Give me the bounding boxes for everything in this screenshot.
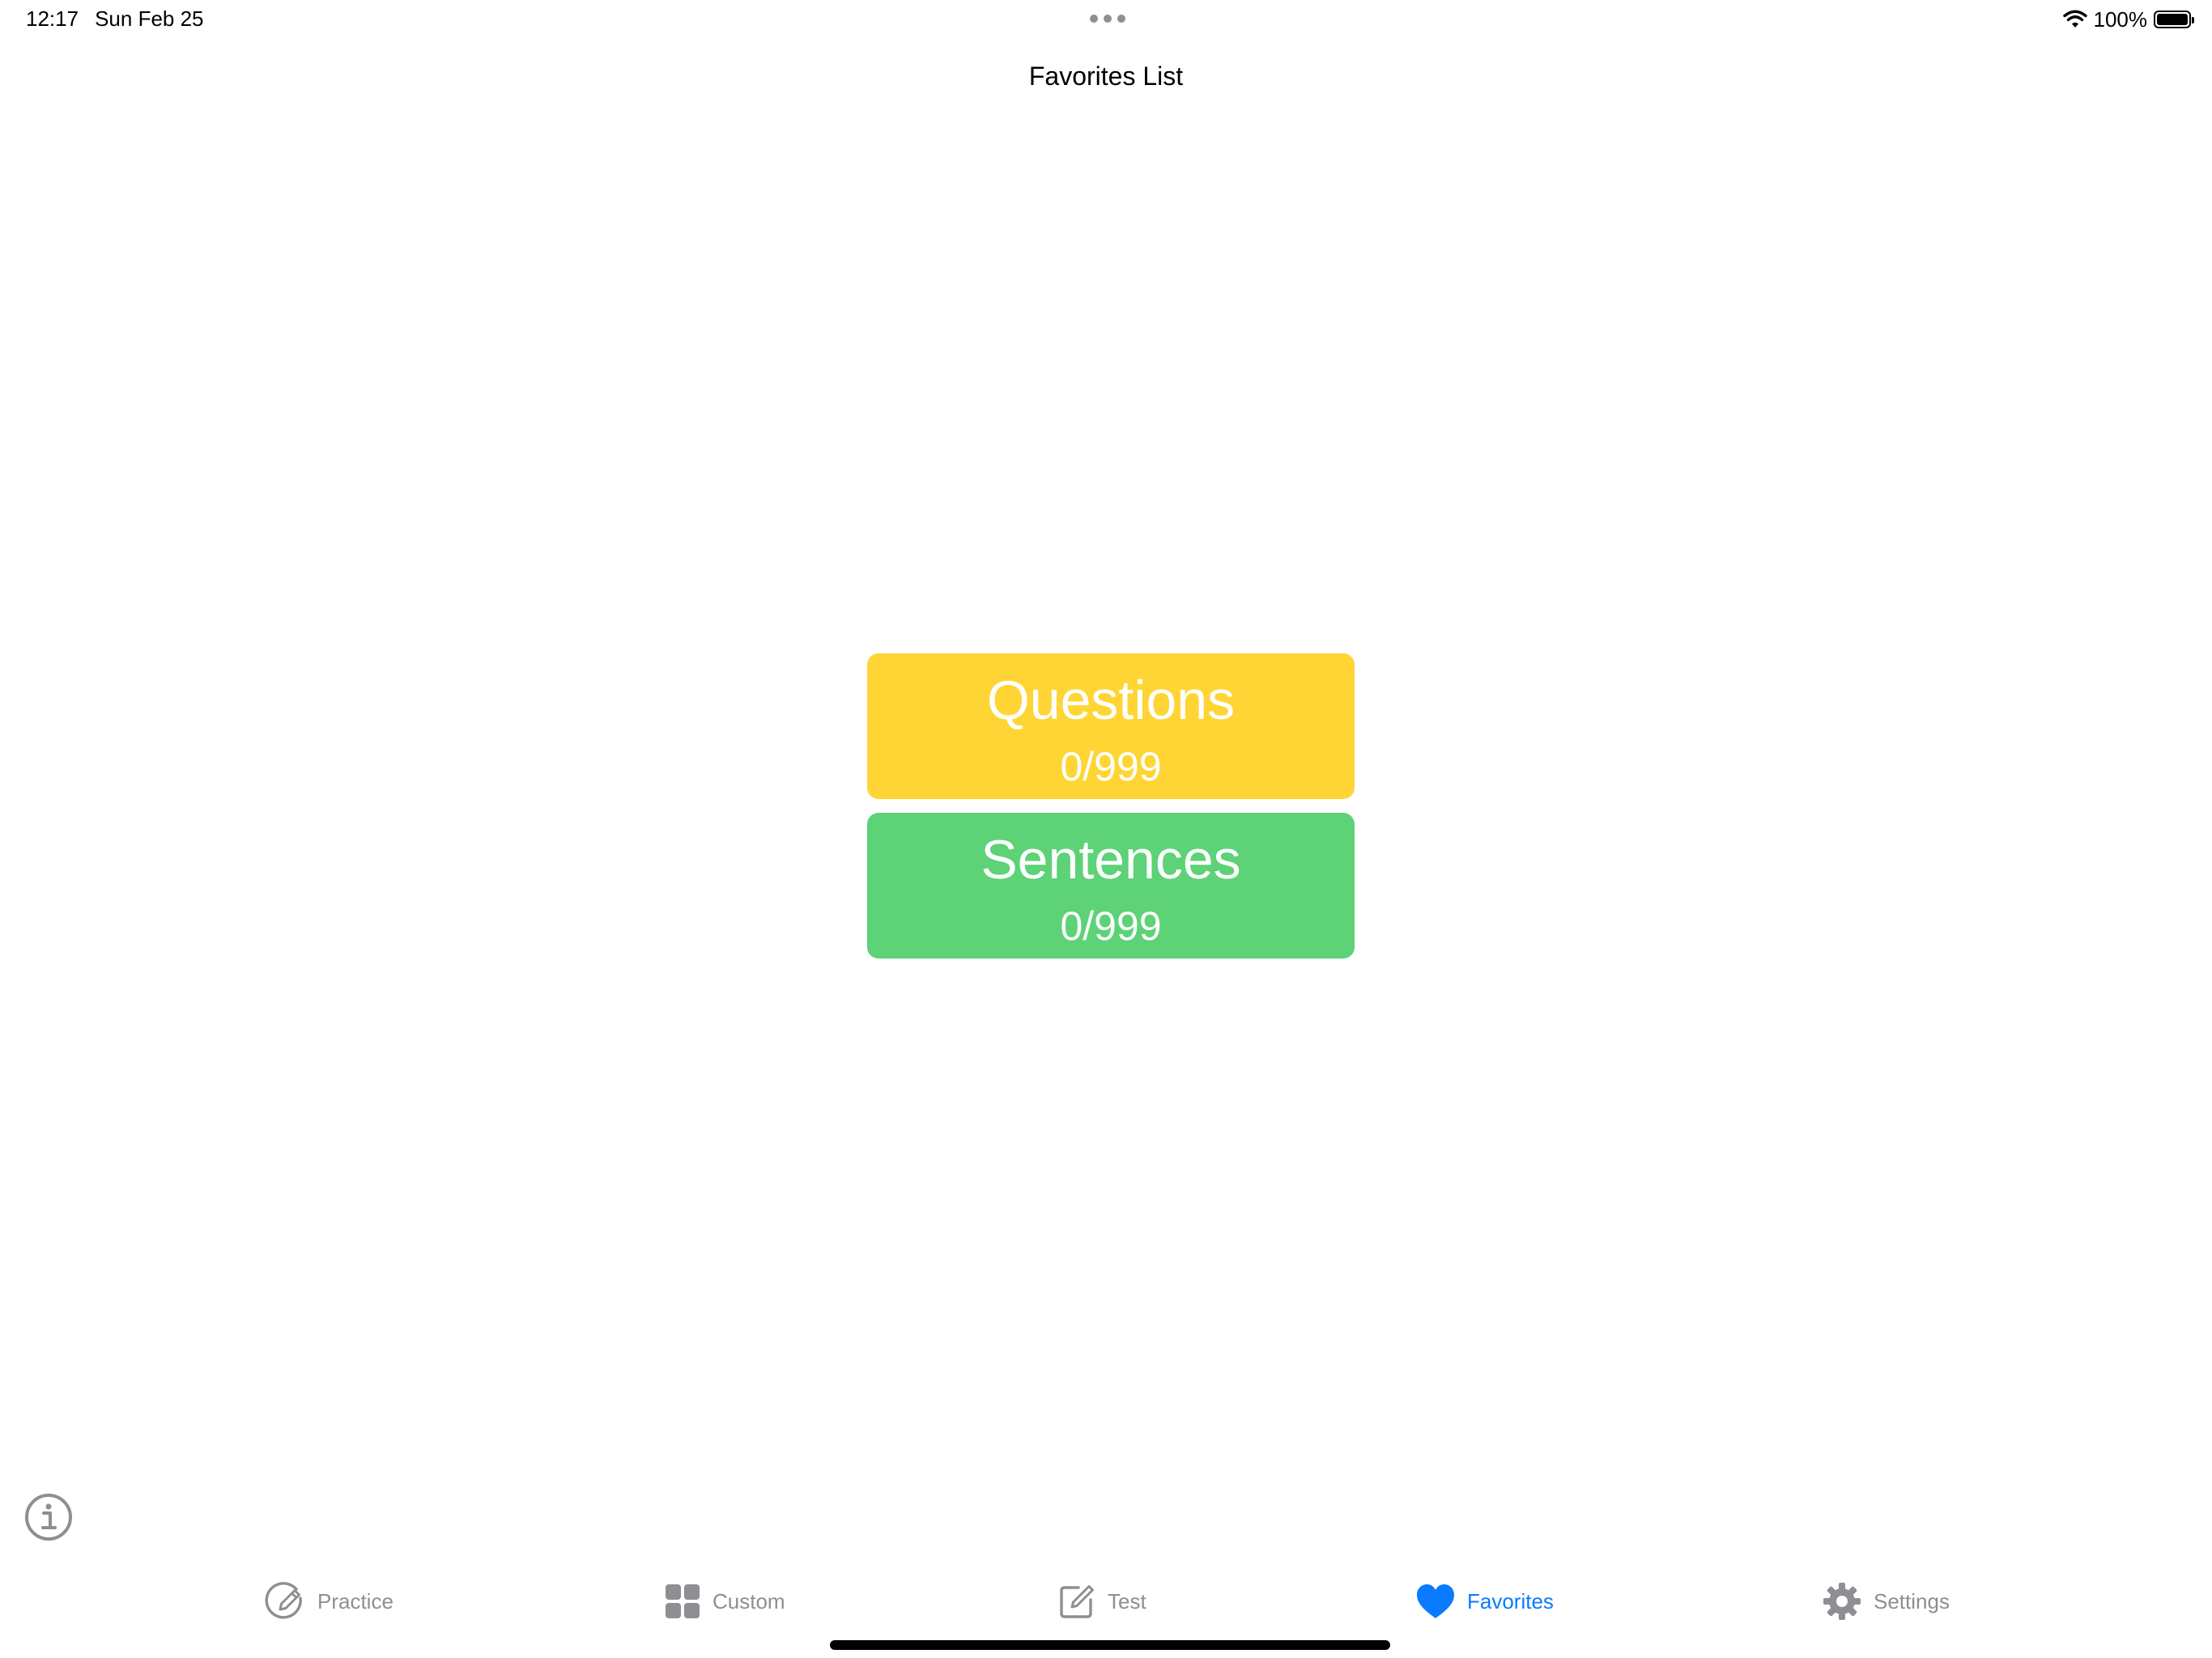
multitasking-dots-icon[interactable] <box>1090 13 1125 24</box>
questions-card-count: 0/999 <box>1060 744 1162 789</box>
tab-favorites[interactable]: Favorites <box>1415 1579 1554 1624</box>
tab-favorites-label: Favorites <box>1467 1588 1554 1613</box>
status-indicators: 100% <box>2062 6 2194 32</box>
battery-level <box>2157 14 2188 25</box>
battery-icon <box>2154 11 2194 28</box>
tab-settings-label: Settings <box>1874 1588 1950 1613</box>
gear-icon <box>1823 1583 1861 1620</box>
tab-custom-label: Custom <box>713 1588 785 1613</box>
tab-test-label: Test <box>1108 1588 1146 1613</box>
tab-bar: Practice Custom Test Favorites Settings <box>0 1571 2212 1635</box>
info-circle-icon[interactable] <box>24 1493 73 1541</box>
page-title: Favorites List <box>1028 62 1184 91</box>
tab-practice[interactable]: Practice <box>264 1579 393 1624</box>
questions-card-button[interactable]: Questions 0/999 <box>867 653 1355 799</box>
home-indicator[interactable] <box>830 1640 1390 1650</box>
sentences-card-title: Sentences <box>981 829 1241 891</box>
sentences-card-count: 0/999 <box>1060 903 1162 949</box>
favorites-screen: 12:17 Sun Feb 25 100% Favorites List Ques… <box>0 0 2212 1658</box>
pencil-circle-icon <box>265 1582 302 1619</box>
status-date: Sun Feb 25 <box>95 6 204 31</box>
status-time: 12:17 <box>26 6 79 31</box>
tab-test[interactable]: Test <box>1057 1579 1146 1624</box>
tab-custom[interactable]: Custom <box>664 1579 785 1624</box>
heart-icon <box>1417 1584 1454 1618</box>
tab-practice-label: Practice <box>317 1588 393 1613</box>
sentences-card-button[interactable]: Sentences 0/999 <box>867 813 1355 959</box>
tab-settings[interactable]: Settings <box>1822 1579 1950 1624</box>
battery-percentage: 100% <box>2093 6 2148 32</box>
square-pencil-icon <box>1060 1585 1094 1618</box>
questions-card-title: Questions <box>986 670 1236 731</box>
status-time-date: 12:17 Sun Feb 25 <box>26 6 204 32</box>
wifi-icon <box>2062 10 2087 28</box>
grid-icon <box>666 1584 700 1618</box>
